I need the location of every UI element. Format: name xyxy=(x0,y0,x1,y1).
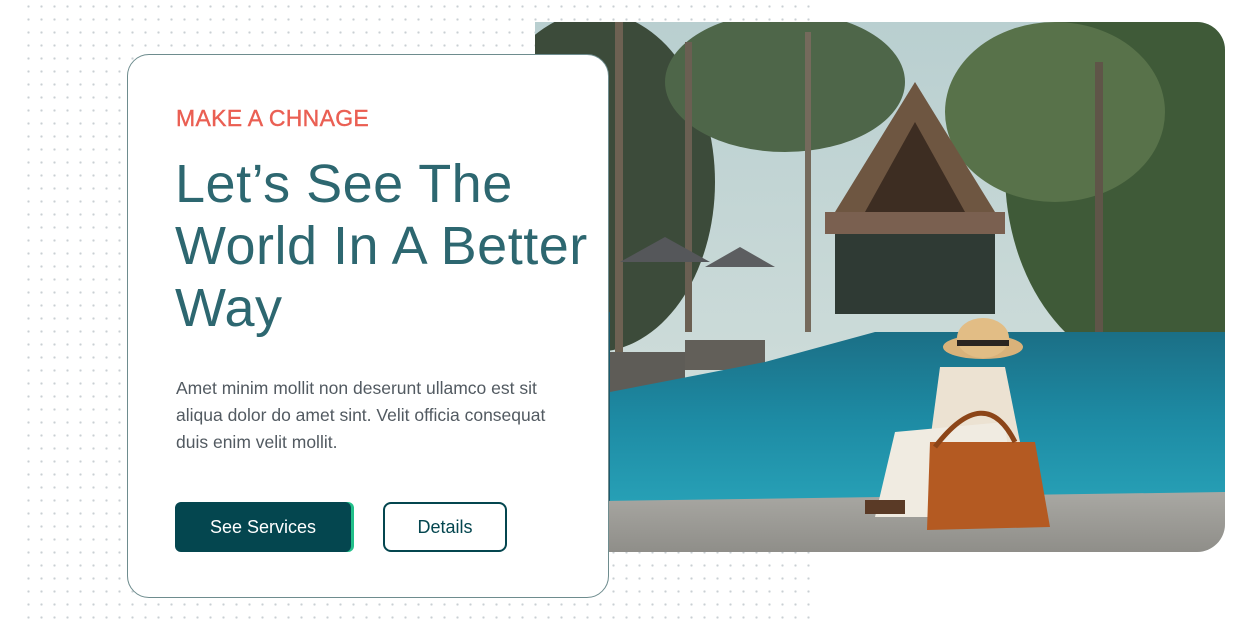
hero-title: Let’s See The World In A Better Way xyxy=(175,154,588,338)
see-services-button[interactable]: See Services xyxy=(175,502,351,552)
eyebrow-text: MAKE A CHNAGE xyxy=(176,105,370,131)
resort-pool-photo xyxy=(535,22,1225,552)
hero-description: Amet minim mollit non deserunt ullamco e… xyxy=(176,378,546,452)
hero-image xyxy=(535,22,1225,552)
details-button[interactable]: Details xyxy=(383,502,507,552)
hero-card: MAKE A CHNAGE Let’s See The World In A B… xyxy=(127,54,609,598)
